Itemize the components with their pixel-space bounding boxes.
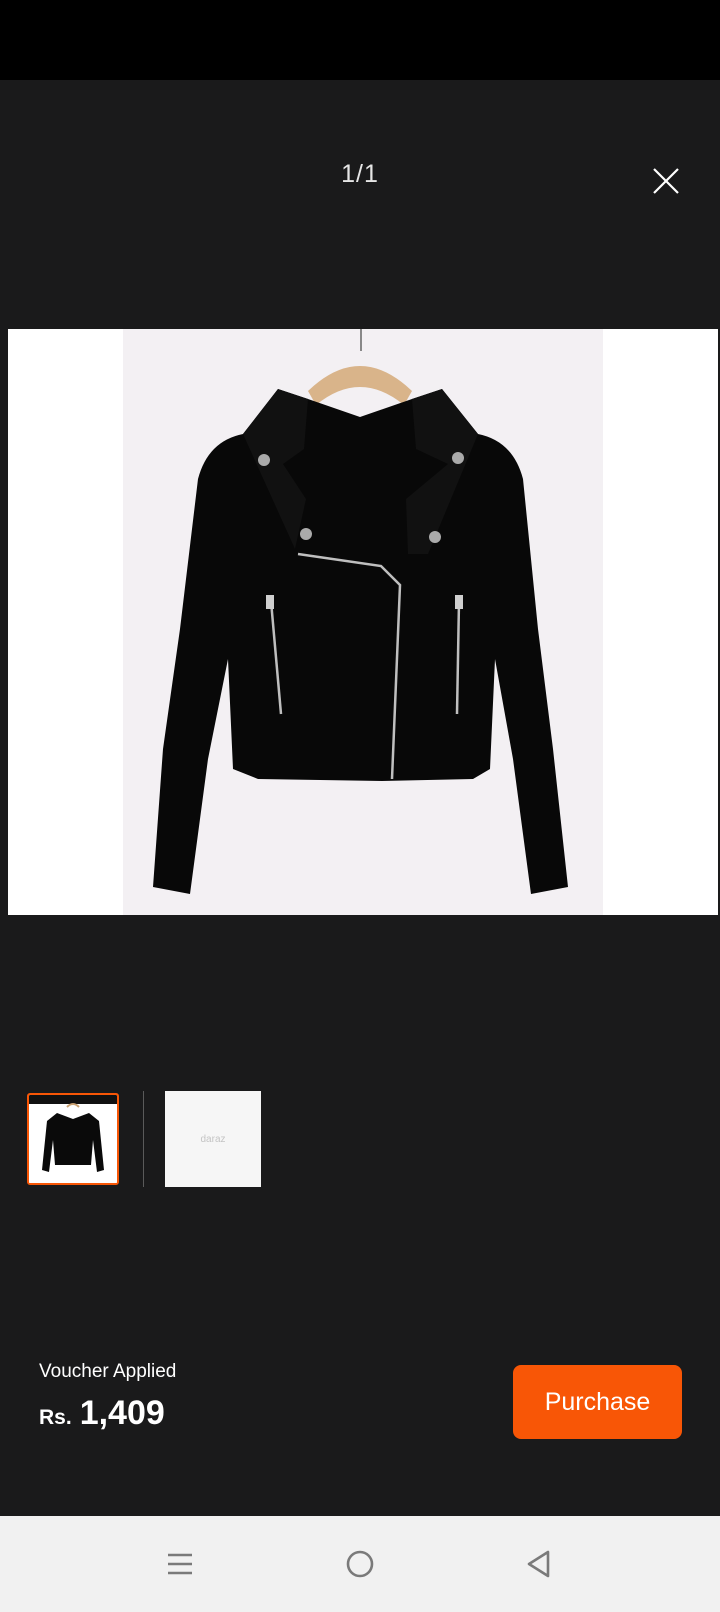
home-icon xyxy=(346,1550,374,1578)
image-counter: 1/1 xyxy=(341,160,379,188)
product-image[interactable] xyxy=(8,329,718,915)
home-button[interactable] xyxy=(332,1536,388,1592)
jacket-image xyxy=(123,329,603,915)
purchase-button[interactable]: Purchase xyxy=(513,1365,682,1439)
status-bar xyxy=(0,0,720,80)
price: Rs. 1,409 xyxy=(39,1394,165,1433)
thumbnail-divider xyxy=(143,1091,144,1187)
system-navigation-bar xyxy=(0,1516,720,1612)
placeholder-logo-text: daraz xyxy=(200,1133,226,1145)
back-button[interactable] xyxy=(511,1536,567,1592)
thumbnail-placeholder[interactable]: daraz xyxy=(165,1091,261,1187)
voucher-label: Voucher Applied xyxy=(39,1361,177,1382)
price-currency: Rs. xyxy=(39,1406,72,1429)
thumbnail-strip: daraz xyxy=(27,1091,261,1187)
thumbnail-jacket[interactable] xyxy=(27,1093,119,1185)
menu-button[interactable] xyxy=(152,1536,208,1592)
close-icon xyxy=(653,168,679,194)
back-icon xyxy=(527,1550,550,1578)
image-viewer-screen: 1/1 daraz Voucher Applied Rs. 1,409 Purc… xyxy=(0,0,720,1612)
jacket-thumbnail-image xyxy=(29,1095,117,1183)
close-button[interactable] xyxy=(641,156,691,206)
menu-icon xyxy=(168,1553,192,1575)
price-amount: 1,409 xyxy=(79,1394,165,1432)
